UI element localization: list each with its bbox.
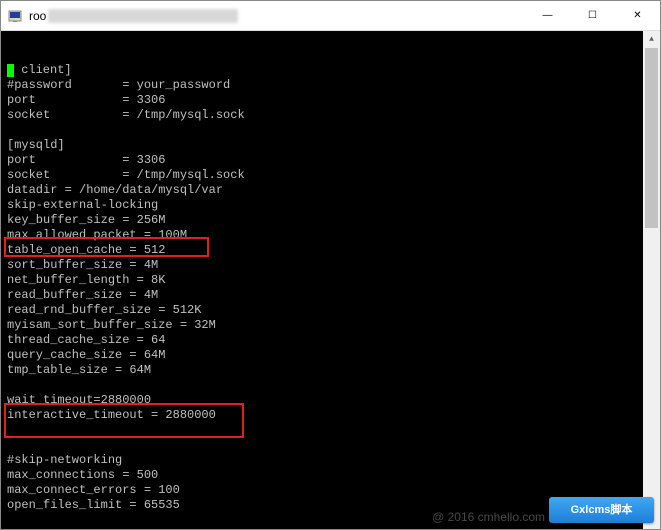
terminal-line: tmp_table_size = 64M bbox=[7, 363, 654, 378]
scroll-track[interactable] bbox=[643, 48, 660, 512]
terminal-line: table_open_cache = 512 bbox=[7, 243, 654, 258]
terminal-line: datadir = /home/data/mysql/var bbox=[7, 183, 654, 198]
terminal-line bbox=[7, 378, 654, 393]
terminal-line: max_allowed_packet = 100M bbox=[7, 228, 654, 243]
scroll-up-arrow-icon[interactable]: ▲ bbox=[643, 31, 660, 48]
window-title: roo bbox=[29, 9, 46, 23]
titlebar[interactable]: roo — ☐ ✕ bbox=[1, 1, 660, 31]
terminal-line: key_buffer_size = 256M bbox=[7, 213, 654, 228]
terminal-line: max_connections = 500 bbox=[7, 468, 654, 483]
terminal-line bbox=[7, 123, 654, 138]
terminal-line: query_cache_size = 64M bbox=[7, 348, 654, 363]
terminal-line: max_connect_errors = 100 bbox=[7, 483, 654, 498]
putty-icon bbox=[7, 8, 23, 24]
terminal-line bbox=[7, 423, 654, 438]
terminal-line: socket = /tmp/mysql.sock bbox=[7, 168, 654, 183]
brand-badge: Gxlcms脚本 bbox=[549, 497, 654, 523]
terminal-line: read_buffer_size = 4M bbox=[7, 288, 654, 303]
terminal-line: wait_timeout=2880000 bbox=[7, 393, 654, 408]
terminal-line: #password = your_password bbox=[7, 78, 654, 93]
scrollbar[interactable]: ▲ ▼ bbox=[643, 31, 660, 529]
terminal-line: port = 3306 bbox=[7, 93, 654, 108]
minimize-button[interactable]: — bbox=[525, 1, 570, 30]
terminal[interactable]: client]#password = your_passwordport = 3… bbox=[1, 31, 660, 529]
window-title-blurred bbox=[48, 9, 238, 23]
terminal-line: read_rnd_buffer_size = 512K bbox=[7, 303, 654, 318]
terminal-line: #skip-networking bbox=[7, 453, 654, 468]
terminal-line: interactive_timeout = 2880000 bbox=[7, 408, 654, 423]
terminal-line: thread_cache_size = 64 bbox=[7, 333, 654, 348]
close-button[interactable]: ✕ bbox=[615, 1, 660, 30]
terminal-line: myisam_sort_buffer_size = 32M bbox=[7, 318, 654, 333]
terminal-line: client] bbox=[7, 63, 654, 78]
terminal-line: socket = /tmp/mysql.sock bbox=[7, 108, 654, 123]
terminal-line: net_buffer_length = 8K bbox=[7, 273, 654, 288]
terminal-line: port = 3306 bbox=[7, 153, 654, 168]
app-window: roo — ☐ ✕ client]#password = your_passwo… bbox=[0, 0, 661, 530]
cursor bbox=[7, 64, 14, 77]
scroll-thumb[interactable] bbox=[645, 48, 658, 228]
watermark-text: @ 2016 cmhello.com bbox=[432, 510, 545, 525]
terminal-line: skip-external-locking bbox=[7, 198, 654, 213]
terminal-line: [mysqld] bbox=[7, 138, 654, 153]
terminal-line bbox=[7, 438, 654, 453]
maximize-button[interactable]: ☐ bbox=[570, 1, 615, 30]
terminal-line: sort_buffer_size = 4M bbox=[7, 258, 654, 273]
window-controls: — ☐ ✕ bbox=[525, 1, 660, 30]
